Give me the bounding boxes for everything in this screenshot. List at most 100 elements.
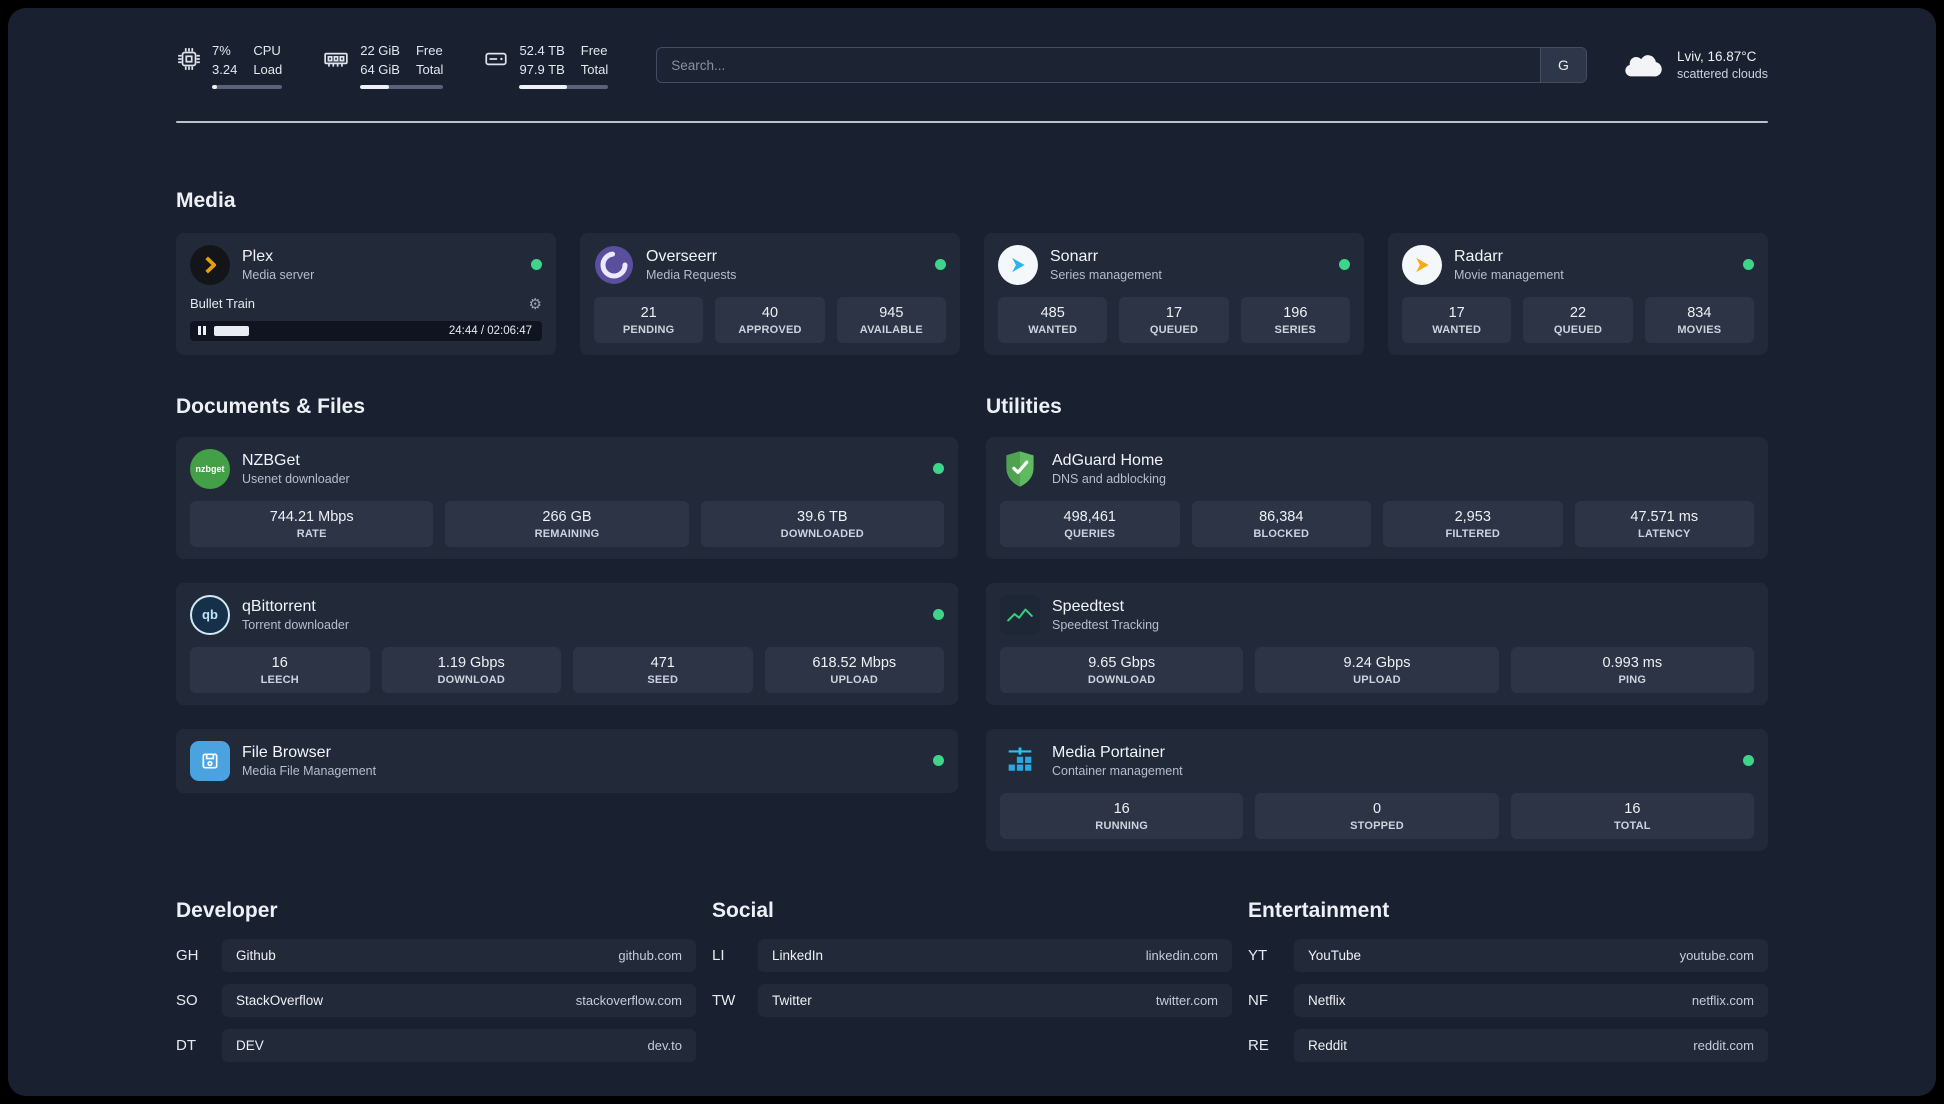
card-portainer[interactable]: Media Portainer Container management 16 R… xyxy=(986,728,1768,851)
cpu-load-label: Load xyxy=(253,61,283,77)
memory-total-label: Total xyxy=(415,61,444,77)
stat-latency: 47.571 ms LATENCY xyxy=(1574,500,1754,547)
stat-total: 16 TOTAL xyxy=(1510,792,1754,839)
bookmark-url: youtube.com xyxy=(1679,947,1754,963)
speedtest-icon xyxy=(1000,594,1040,635)
bookmark-abbr: RE xyxy=(1248,1036,1269,1054)
bookmark-name: Netflix xyxy=(1308,992,1346,1008)
stat-queued: 17 QUEUED xyxy=(1119,296,1229,343)
stat-blocked: 86,384 BLOCKED xyxy=(1191,500,1371,547)
pause-icon[interactable] xyxy=(198,326,206,336)
section-title-social: Social xyxy=(712,898,774,922)
radarr-icon xyxy=(1402,244,1442,285)
status-dot xyxy=(935,259,946,271)
card-adguard[interactable]: AdGuard Home DNS and adblocking 498,461 Q… xyxy=(986,436,1768,559)
bookmark-dev[interactable]: DT DEV dev.to xyxy=(176,1028,696,1062)
bookmark-abbr: YT xyxy=(1248,946,1268,964)
status-dot xyxy=(933,609,944,621)
bookmark-twitter[interactable]: TW Twitter twitter.com xyxy=(712,983,1232,1017)
bookmark-name: StackOverflow xyxy=(236,992,324,1008)
app-name: AdGuard Home xyxy=(1052,451,1164,469)
search-input[interactable] xyxy=(657,48,1540,83)
bookmark-url: dev.to xyxy=(647,1037,682,1053)
bookmark-url: stackoverflow.com xyxy=(575,992,682,1008)
stat-wanted: 485 WANTED xyxy=(998,296,1108,343)
card-filebrowser[interactable]: File Browser Media File Management xyxy=(176,728,958,793)
stat-pending: 21 PENDING xyxy=(594,296,704,343)
stat-leech: 16 LEECH xyxy=(190,646,370,693)
disk-progressbar xyxy=(519,84,609,89)
bookmark-name: Twitter xyxy=(772,992,812,1008)
app-name: Sonarr xyxy=(1050,247,1099,265)
cpu-icon xyxy=(176,42,202,72)
bookmark-url: github.com xyxy=(618,947,682,963)
disk-widget: 52.4 TB 97.9 TB Free Total xyxy=(483,42,609,89)
card-nzbget[interactable]: nzbget NZBGet Usenet downloader 744.21 M… xyxy=(176,436,958,559)
stat-upload: 618.52 Mbps UPLOAD xyxy=(764,646,944,693)
card-plex[interactable]: Plex Media server Bullet Train ⚙ 24:44 /… xyxy=(176,232,556,355)
disk-total-label: Total xyxy=(580,61,609,77)
bookmark-abbr: LI xyxy=(712,946,725,964)
stat-queries: 498,461 QUERIES xyxy=(1000,500,1180,547)
card-speedtest[interactable]: Speedtest Speedtest Tracking 9.65 Gbps DO… xyxy=(986,582,1768,705)
stat-movies: 834 MOVIES xyxy=(1644,296,1754,343)
app-subtitle: Media Requests xyxy=(646,267,737,282)
playback-bar[interactable]: 24:44 / 02:06:47 xyxy=(190,320,542,341)
card-overseerr[interactable]: Overseerr Media Requests 21 PENDING 40 APP… xyxy=(580,232,960,355)
app-subtitle: Container management xyxy=(1052,763,1183,778)
app-name: Plex xyxy=(242,247,274,265)
stat-downloaded: 39.6 TB DOWNLOADED xyxy=(700,500,944,547)
stat-upload: 9.24 Gbps UPLOAD xyxy=(1255,646,1499,693)
settings-gear-icon[interactable]: ⚙ xyxy=(529,295,542,313)
bookmark-netflix[interactable]: NF Netflix netflix.com xyxy=(1248,983,1768,1017)
bookmark-github[interactable]: GH Github github.com xyxy=(176,938,696,972)
card-qbittorrent[interactable]: qb qBittorrent Torrent downloader 16 LEEC… xyxy=(176,582,958,705)
app-name: qBittorrent xyxy=(242,597,316,615)
documents-column: Documents & Files nzbget NZBGet Usenet d… xyxy=(176,395,958,851)
dashboard: 7% 3.24 CPU Load 22 GiB 64 GiB Free Tota… xyxy=(8,8,1936,1096)
bookmark-stackoverflow[interactable]: SO StackOverflow stackoverflow.com xyxy=(176,983,696,1017)
stat-wanted: 17 WANTED xyxy=(1402,296,1512,343)
card-radarr[interactable]: Radarr Movie management 17 WANTED 22 QUEUE… xyxy=(1388,232,1768,355)
bookmark-linkedin[interactable]: LI LinkedIn linkedin.com xyxy=(712,938,1232,972)
cloud-icon xyxy=(1621,47,1665,84)
qbittorrent-icon: qb xyxy=(190,594,230,635)
utilities-column: Utilities AdGuard Home DNS and adblockin… xyxy=(986,395,1768,851)
app-subtitle: DNS and adblocking xyxy=(1052,471,1166,486)
memory-widget: 22 GiB 64 GiB Free Total xyxy=(322,42,444,89)
app-subtitle: Movie management xyxy=(1454,267,1564,282)
memory-icon xyxy=(322,42,350,72)
bookmark-url: reddit.com xyxy=(1693,1037,1754,1053)
bookmark-abbr: GH xyxy=(176,946,199,964)
disk-icon xyxy=(483,42,509,72)
bookmark-abbr: TW xyxy=(712,991,736,1009)
status-dot xyxy=(1743,755,1754,767)
bookmark-reddit[interactable]: RE Reddit reddit.com xyxy=(1248,1028,1768,1062)
app-name: File Browser xyxy=(242,743,331,761)
nzbget-icon: nzbget xyxy=(190,448,230,489)
app-subtitle: Series management xyxy=(1050,267,1162,282)
stat-remaining: 266 GB REMAINING xyxy=(445,500,689,547)
stat-series: 196 SERIES xyxy=(1240,296,1350,343)
sonarr-icon xyxy=(998,244,1038,285)
stat-filtered: 2,953 FILTERED xyxy=(1383,500,1563,547)
plex-icon xyxy=(190,244,230,285)
stat-download: 1.19 Gbps DOWNLOAD xyxy=(381,646,561,693)
card-sonarr[interactable]: Sonarr Series management 485 WANTED 17 QUE… xyxy=(984,232,1364,355)
bookmark-name: DEV xyxy=(236,1037,264,1053)
bookmark-youtube[interactable]: YT YouTube youtube.com xyxy=(1248,938,1768,972)
overseerr-icon xyxy=(594,245,634,285)
stat-stopped: 0 STOPPED xyxy=(1255,792,1499,839)
topbar: 7% 3.24 CPU Load 22 GiB 64 GiB Free Tota… xyxy=(176,42,1768,89)
bookmark-url: twitter.com xyxy=(1155,992,1218,1008)
portainer-icon xyxy=(1000,741,1040,781)
memory-free-label: Free xyxy=(415,43,443,58)
section-title-utilities: Utilities xyxy=(986,394,1062,418)
search-engine-button[interactable]: G xyxy=(1539,48,1586,83)
bookmark-abbr: DT xyxy=(176,1036,196,1054)
cpu-widget: 7% 3.24 CPU Load xyxy=(176,42,283,89)
playback-time: 24:44 / 02:06:47 xyxy=(448,324,532,337)
app-name: NZBGet xyxy=(242,451,300,469)
status-dot xyxy=(1339,259,1350,271)
disk-total: 97.9 TB xyxy=(519,61,565,77)
